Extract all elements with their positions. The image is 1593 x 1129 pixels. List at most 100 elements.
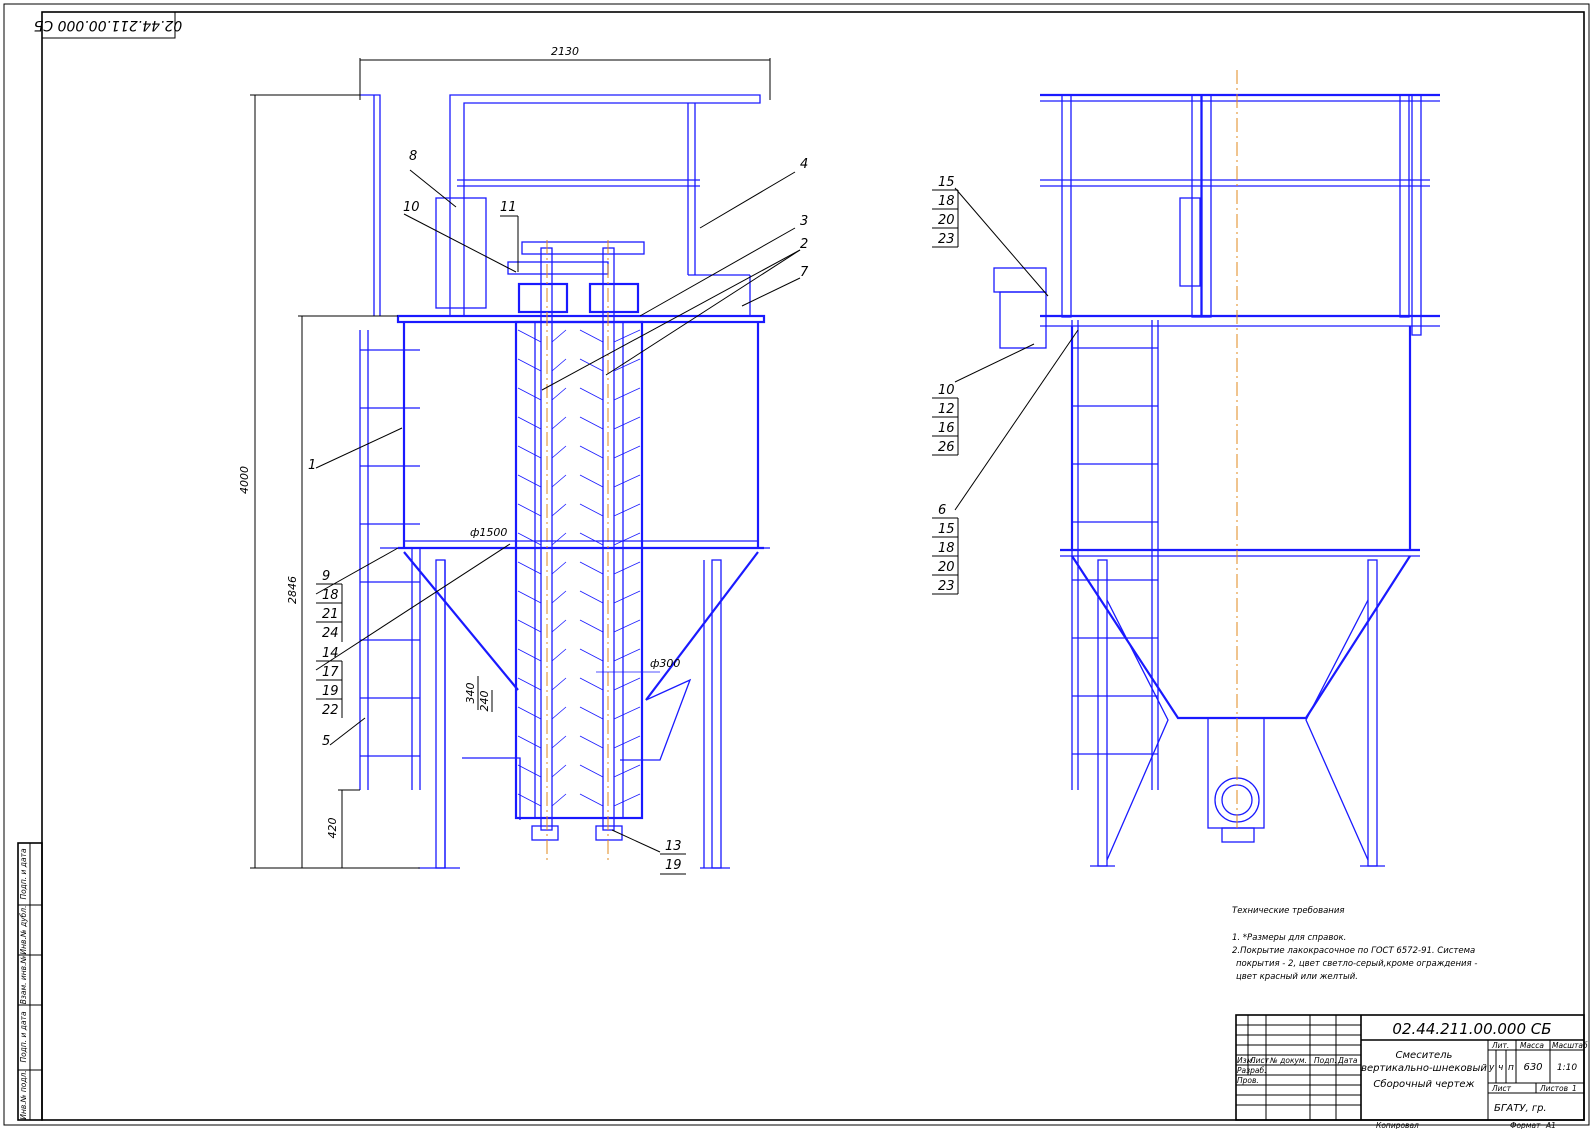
svg-text:18: 18 — [938, 194, 955, 209]
screw-flight — [579, 619, 604, 633]
svg-text:Лист: Лист — [1249, 1056, 1270, 1065]
screw-flight — [579, 445, 604, 459]
side-view: 15 18 20 23 10 12 16 26 6 15 18 20 23 — [932, 70, 1440, 867]
screw-flight — [613, 416, 641, 430]
tb-designation: 02.44.211.00.000 СБ — [1392, 1020, 1551, 1038]
svg-text:№ докум.: № докум. — [1269, 1056, 1307, 1065]
screw-flight — [517, 706, 542, 720]
screw-flight — [517, 503, 542, 517]
svg-text:630: 630 — [1523, 1062, 1542, 1073]
screw-flight — [579, 474, 604, 488]
screw-flight — [517, 532, 542, 546]
svg-text:цвет красный или желтый.: цвет красный или желтый. — [1236, 972, 1358, 982]
dim-pitch-b: 240 — [478, 691, 491, 712]
svg-text:1: 1 — [1572, 1084, 1577, 1093]
front-view: ф1500 ф300 2130 4000 2846 420 340 240 8 … — [238, 45, 809, 875]
svg-text:23: 23 — [938, 232, 955, 247]
screw-flight — [579, 532, 604, 546]
dim-leg-height: 420 — [326, 818, 339, 839]
screw-flight — [551, 532, 567, 546]
svg-text:Лит.: Лит. — [1491, 1041, 1509, 1050]
svg-text:1: 1 — [308, 458, 316, 473]
dim-width: 2130 — [551, 45, 579, 58]
screw-flight — [613, 387, 641, 401]
svg-text:19: 19 — [665, 858, 682, 873]
screw-flight — [579, 590, 604, 604]
tech-requirements: Технические требования 1. *Размеры для с… — [1232, 906, 1477, 982]
screw-flight — [551, 329, 567, 343]
svg-text:23: 23 — [938, 579, 955, 594]
svg-text:Копировал: Копировал — [1376, 1121, 1419, 1129]
screw-flight — [579, 677, 604, 691]
svg-text:10: 10 — [403, 200, 420, 215]
screw-flight — [613, 677, 641, 691]
assembly-drawing: 02.44.211.00.000 СБ Подп. и дата Инв.№ д… — [3, 3, 1590, 1129]
svg-text:БГАТУ, гр.: БГАТУ, гр. — [1494, 1103, 1547, 1114]
screw-flight — [613, 735, 641, 749]
callout-stack-13: 13 19 — [660, 839, 686, 875]
screw-flight — [517, 561, 542, 575]
svg-text:Формат: Формат — [1510, 1121, 1541, 1129]
svg-text:Технические требования: Технические требования — [1232, 906, 1344, 916]
screw-flight — [517, 619, 542, 633]
svg-text:ч: ч — [1498, 1063, 1503, 1073]
screw-flight — [517, 793, 542, 807]
screw-flight — [613, 648, 641, 662]
callout-stack-15: 15 18 20 23 — [932, 175, 959, 248]
dim-height-body: 2846 — [286, 576, 299, 604]
callout-stack-10: 10 12 16 26 — [932, 383, 959, 456]
svg-text:Взам. инв.№: Взам. инв.№ — [19, 956, 28, 1005]
svg-text:у: у — [1488, 1063, 1495, 1073]
svg-text:22: 22 — [322, 703, 339, 718]
svg-text:13: 13 — [665, 839, 682, 854]
svg-text:Подп. и дата: Подп. и дата — [19, 848, 28, 899]
screw-flight — [613, 706, 641, 720]
screw-flight — [613, 503, 641, 517]
svg-text:Масса: Масса — [1520, 1041, 1544, 1050]
screw-flight — [517, 735, 542, 749]
svg-text:п: п — [1508, 1063, 1514, 1073]
screw-flight — [551, 648, 567, 662]
svg-text:Дата: Дата — [1337, 1056, 1358, 1065]
svg-text:11: 11 — [500, 200, 517, 215]
svg-text:14: 14 — [322, 646, 339, 661]
svg-text:Подп.: Подп. — [1314, 1056, 1337, 1065]
dim-pitch-a: 340 — [464, 683, 477, 704]
screw-flight — [551, 677, 567, 691]
screw-flight — [551, 619, 567, 633]
screw-flight — [613, 590, 641, 604]
svg-text:19: 19 — [322, 684, 339, 699]
screw-flight — [517, 358, 542, 372]
screw-flight — [579, 648, 604, 662]
screw-flight — [517, 764, 542, 778]
screw-flight — [579, 706, 604, 720]
svg-text:21: 21 — [322, 607, 339, 622]
svg-text:Лист: Лист — [1491, 1084, 1512, 1093]
svg-text:1:10: 1:10 — [1557, 1063, 1577, 1073]
svg-text:Разраб.: Разраб. — [1237, 1066, 1266, 1075]
svg-text:9: 9 — [322, 569, 330, 584]
svg-text:1. *Размеры для справок.: 1. *Размеры для справок. — [1232, 933, 1346, 943]
outer-frame — [3, 3, 1590, 1126]
svg-text:18: 18 — [322, 588, 339, 603]
screw-flight — [551, 764, 567, 778]
svg-text:Подп. и дата: Подп. и дата — [19, 1011, 28, 1062]
screw-flight — [517, 590, 542, 604]
svg-text:3: 3 — [800, 214, 808, 229]
svg-text:2: 2 — [800, 237, 808, 252]
screw-flight — [613, 764, 641, 778]
svg-text:Пров.: Пров. — [1237, 1076, 1259, 1085]
svg-text:вертикально-шнековый: вертикально-шнековый — [1361, 1063, 1487, 1074]
svg-text:16: 16 — [938, 421, 955, 436]
svg-text:17: 17 — [322, 665, 339, 680]
callout-stack-9: 9 18 21 24 — [316, 569, 343, 642]
svg-text:Инв.№ дубл.: Инв.№ дубл. — [19, 906, 28, 955]
svg-text:покрытия - 2, цвет светло-серы: покрытия - 2, цвет светло-серый,кроме ог… — [1236, 959, 1477, 969]
designation-stamp: 02.44.211.00.000 СБ — [34, 17, 183, 33]
screw-flight — [551, 503, 567, 517]
screw-flight — [579, 358, 604, 372]
screw-flight — [551, 793, 567, 807]
svg-text:24: 24 — [322, 626, 339, 641]
screw-flight — [551, 735, 567, 749]
screw-flight — [551, 561, 567, 575]
